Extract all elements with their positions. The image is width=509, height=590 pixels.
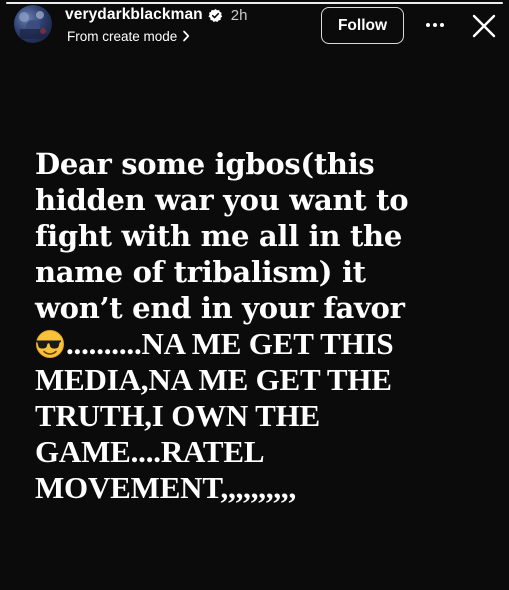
story-viewer: verydarkblackman 2h From create mode Fol… [0,0,509,590]
create-mode-label: From create mode [67,28,178,44]
caption-line: won’t end in your favor [35,291,405,325]
caption-line: MOVEMENT,,,,,,,,,, [35,470,297,505]
caption-line: TRUTH,I OWN THE [35,398,320,433]
caption-line-text: ..........NA ME GET THIS [66,326,394,361]
caption-line-with-emoji: ..........NA ME GET THIS [35,326,495,362]
caption-line: GAME....RATEL [35,434,265,469]
caption-line: fight with me all in the [35,219,402,253]
verified-badge-icon [208,8,223,23]
sunglasses-emoji-icon [35,329,65,359]
caption-line: name of tribalism) it [35,255,366,289]
story-caption-text: Dear some igbos(this hidden war you want… [35,146,495,506]
caption-line: Dear some igbos(this [35,147,375,181]
create-mode-link[interactable]: From create mode [67,27,190,45]
chevron-right-icon [182,30,190,42]
more-options-icon[interactable] [424,18,446,32]
avatar[interactable] [14,5,52,43]
post-time: 2h [230,6,248,24]
username[interactable]: verydarkblackman [65,6,203,24]
username-row: verydarkblackman 2h [65,4,247,26]
caption-line: hidden war you want to [35,183,409,217]
caption-line: MEDIA,NA ME GET THE [35,362,392,397]
follow-button[interactable]: Follow [321,7,404,44]
story-header: verydarkblackman 2h From create mode Fol… [0,0,509,60]
close-icon[interactable] [472,14,496,38]
